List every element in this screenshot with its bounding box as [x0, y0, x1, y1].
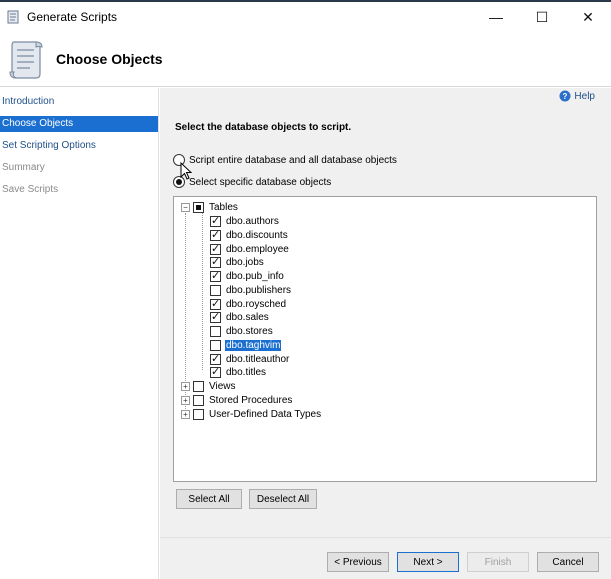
- wizard-sidebar: Introduction Choose Objects Set Scriptin…: [0, 88, 159, 579]
- table-label: dbo.jobs: [226, 256, 264, 268]
- table-label: dbo.sales: [226, 311, 269, 323]
- table-checkbox[interactable]: [210, 284, 221, 296]
- mouse-cursor-icon: [180, 162, 192, 180]
- table-label: dbo.authors: [226, 215, 279, 227]
- select-specific-objects-option[interactable]: Select specific database objects: [173, 176, 331, 188]
- scroll-icon: [9, 41, 43, 79]
- help-icon: ?: [559, 90, 571, 102]
- table-label: dbo.employee: [226, 243, 289, 255]
- next-button[interactable]: Next >: [397, 552, 459, 572]
- tree-node-tables[interactable]: − Tables: [181, 200, 239, 214]
- expand-icon[interactable]: +: [181, 381, 190, 391]
- tree-guide-line: [202, 213, 203, 370]
- script-entire-database-label: Script entire database and all database …: [189, 154, 397, 166]
- help-label: Help: [574, 90, 595, 102]
- sidebar-item-choose-objects[interactable]: Choose Objects: [0, 116, 158, 132]
- page-header: Choose Objects: [0, 32, 611, 87]
- table-checkbox[interactable]: [210, 242, 221, 255]
- table-checkbox[interactable]: [210, 228, 221, 241]
- tree-node-label: Stored Procedures: [209, 394, 293, 406]
- minimize-button[interactable]: —: [473, 2, 519, 32]
- tree-item-table[interactable]: dbo.roysched: [210, 297, 287, 311]
- table-checkbox[interactable]: [210, 339, 221, 351]
- select-specific-objects-label: Select specific database objects: [189, 176, 332, 188]
- expand-icon[interactable]: +: [181, 395, 190, 405]
- table-checkbox[interactable]: [210, 297, 221, 310]
- tree-item-table[interactable]: dbo.stores: [210, 324, 274, 338]
- table-checkbox[interactable]: [210, 310, 221, 323]
- instruction-text: Select the database objects to script.: [175, 122, 352, 133]
- tree-node-label: Tables: [209, 201, 238, 213]
- sidebar-item-introduction[interactable]: Introduction: [0, 94, 158, 110]
- finish-button: Finish: [467, 552, 529, 572]
- title-bar: Generate Scripts — ☐ ✕: [0, 2, 611, 32]
- table-checkbox[interactable]: [210, 255, 221, 268]
- table-checkbox[interactable]: [210, 325, 221, 337]
- stored-procedures-checkbox[interactable]: [193, 394, 204, 406]
- tree-item-table[interactable]: dbo.taghvim: [210, 338, 282, 352]
- table-label: dbo.pub_info: [226, 270, 284, 282]
- window-title: Generate Scripts: [27, 10, 118, 24]
- sidebar-item-save-scripts: Save Scripts: [2, 184, 59, 195]
- table-checkbox[interactable]: [210, 214, 221, 227]
- tree-item-table[interactable]: dbo.titles: [210, 365, 267, 379]
- footer-divider: [160, 537, 611, 538]
- tree-node-views[interactable]: + Views: [181, 379, 237, 393]
- user-defined-data-types-checkbox[interactable]: [193, 408, 204, 420]
- cancel-button[interactable]: Cancel: [537, 552, 599, 572]
- collapse-icon[interactable]: −: [181, 202, 190, 212]
- tree-item-table[interactable]: dbo.titleauthor: [210, 352, 290, 366]
- scroll-icon: [7, 10, 19, 24]
- table-label: dbo.stores: [226, 325, 273, 337]
- tree-item-table[interactable]: dbo.jobs: [210, 255, 265, 269]
- table-checkbox[interactable]: [210, 352, 221, 365]
- tree-node-label: User-Defined Data Types: [209, 408, 322, 420]
- table-label-selected: dbo.taghvim: [225, 339, 282, 351]
- expand-icon[interactable]: +: [181, 409, 190, 419]
- select-all-button[interactable]: Select All: [176, 489, 242, 509]
- script-entire-database-option[interactable]: Script entire database and all database …: [173, 154, 397, 166]
- tree-item-table[interactable]: dbo.employee: [210, 242, 290, 256]
- tree-node-user-defined-data-types[interactable]: + User-Defined Data Types: [181, 407, 322, 421]
- sidebar-item-summary: Summary: [2, 162, 45, 173]
- table-label: dbo.roysched: [226, 298, 287, 310]
- tree-item-table[interactable]: dbo.discounts: [210, 228, 289, 242]
- views-checkbox[interactable]: [193, 380, 204, 392]
- table-checkbox[interactable]: [210, 269, 221, 282]
- tree-node-label: Views: [209, 380, 236, 392]
- sidebar-item-set-scripting-options[interactable]: Set Scripting Options: [0, 138, 158, 154]
- svg-text:?: ?: [563, 92, 568, 101]
- table-label: dbo.discounts: [226, 229, 288, 241]
- tree-item-table[interactable]: dbo.publishers: [210, 283, 292, 297]
- tree-item-table[interactable]: dbo.sales: [210, 310, 270, 324]
- table-label: dbo.publishers: [226, 284, 292, 296]
- object-tree[interactable]: − Tables dbo.authors dbo.discounts dbo.e…: [173, 196, 597, 482]
- deselect-all-button[interactable]: Deselect All: [249, 489, 317, 509]
- table-checkbox[interactable]: [210, 365, 221, 378]
- maximize-button[interactable]: ☐: [519, 2, 565, 32]
- previous-button[interactable]: < Previous: [327, 552, 389, 572]
- help-link[interactable]: ? Help: [559, 90, 595, 102]
- tree-item-table[interactable]: dbo.pub_info: [210, 269, 285, 283]
- close-button[interactable]: ✕: [565, 2, 611, 32]
- main-panel: ? Help Select the database objects to sc…: [160, 88, 611, 579]
- table-label: dbo.titles: [226, 366, 267, 378]
- page-title: Choose Objects: [56, 51, 163, 67]
- tables-checkbox[interactable]: [193, 201, 204, 213]
- tree-node-stored-procedures[interactable]: + Stored Procedures: [181, 393, 293, 407]
- table-label: dbo.titleauthor: [226, 353, 290, 365]
- tree-item-table[interactable]: dbo.authors: [210, 214, 280, 228]
